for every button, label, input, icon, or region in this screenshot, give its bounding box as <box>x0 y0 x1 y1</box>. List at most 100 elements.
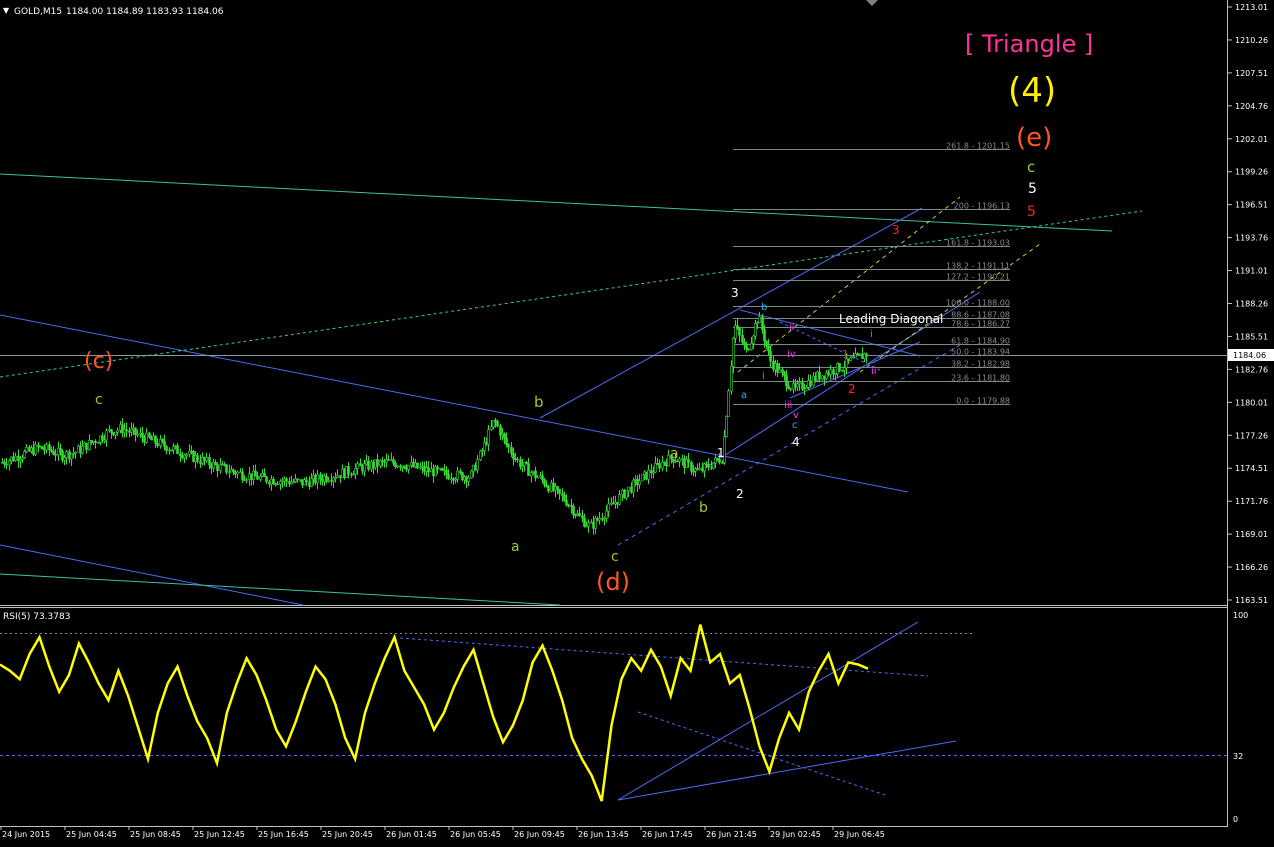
candle-body <box>801 382 804 390</box>
candle-body <box>403 465 406 469</box>
triangle-label: [ Triangle ] <box>965 30 1093 58</box>
candle-body <box>3 462 6 465</box>
candle-body <box>725 416 728 437</box>
candle-body <box>179 453 182 457</box>
time-tick-label: 25 Jun 20:45 <box>322 830 373 839</box>
rsi-label: RSI(5) 73.3783 <box>3 612 70 622</box>
candle-body <box>101 435 104 441</box>
wave-e-label: (e) <box>1016 123 1052 153</box>
candle-body <box>141 432 144 438</box>
candle-body <box>105 430 108 441</box>
candle-body <box>219 464 222 471</box>
wave-d-label: (d) <box>596 568 630 596</box>
fib-level-label: 161.8 - 1193.03 <box>946 239 1010 248</box>
candle-body <box>541 475 544 480</box>
candle-body <box>174 445 177 447</box>
candle-body <box>809 380 812 386</box>
candle-body <box>407 465 410 470</box>
candle-body <box>221 463 224 466</box>
price-tick-label: 1196.51 <box>1235 201 1268 210</box>
candle-body <box>363 463 366 472</box>
candle-body <box>572 506 575 516</box>
candle-body <box>114 431 117 436</box>
candle-body <box>487 429 490 445</box>
candle-body <box>447 474 450 480</box>
candle-body <box>110 429 113 433</box>
candle-body <box>583 517 586 527</box>
candle-body <box>730 366 733 392</box>
wave-a-mid-label: a <box>670 446 679 462</box>
candle-body <box>512 453 515 460</box>
fib-level-label: 38.2 - 1182.98 <box>951 360 1010 369</box>
candle-body <box>605 510 608 519</box>
candle-body <box>829 369 832 375</box>
candle-body <box>467 477 470 482</box>
candle-body <box>168 449 171 452</box>
candle-body <box>496 421 499 427</box>
time-tick-label: 25 Jun 08:45 <box>130 830 181 839</box>
chart-window[interactable]: ▼ GOLD,M15 1184.00 1184.89 1183.93 1184.… <box>0 0 1274 843</box>
candle-body <box>510 446 513 454</box>
time-tick-label: 26 Jun 09:45 <box>514 830 565 839</box>
wave-a-low-label: a <box>511 539 520 555</box>
candle-body <box>556 486 559 490</box>
candle-body <box>88 440 91 451</box>
candle-body <box>658 463 661 469</box>
candle-body <box>225 464 228 473</box>
candle-body <box>119 424 122 431</box>
red-1-label: 1 <box>842 348 849 361</box>
candle-body <box>470 470 473 479</box>
rsi-level-0-label: 0 <box>1233 815 1238 824</box>
symbol-menu-icon[interactable]: ▼ <box>3 6 10 15</box>
ohlc-label: 1184.00 1184.89 1183.93 1184.06 <box>66 7 224 17</box>
candle-body <box>161 439 164 442</box>
price-tick-label: 1180.01 <box>1235 398 1268 407</box>
candle-body <box>170 449 173 452</box>
price-tick-label: 1213.01 <box>1235 3 1268 12</box>
chart-canvas[interactable]: ▼ GOLD,M15 1184.00 1184.89 1183.93 1184.… <box>0 0 1274 843</box>
candle-body <box>769 350 772 362</box>
candle-body <box>172 446 175 451</box>
candle-body <box>565 500 568 506</box>
candle-body <box>143 436 146 443</box>
candle-body <box>41 446 44 450</box>
candle-body <box>94 441 97 444</box>
candle-body <box>254 470 257 477</box>
fib-level-label: 61.8 - 1184.90 <box>951 337 1010 346</box>
candle-body <box>436 466 439 470</box>
candle-body <box>25 446 28 452</box>
candle-body <box>256 475 259 480</box>
candle-body <box>534 470 537 478</box>
wave-1-label: 1 <box>717 446 725 460</box>
candle-body <box>745 344 748 350</box>
candle-body <box>752 335 755 344</box>
sub-iii-label: iii <box>784 400 792 411</box>
candle-body <box>152 435 155 441</box>
wave-2-label: 2 <box>736 487 744 501</box>
candle-body <box>843 367 846 371</box>
time-tick-label: 29 Jun 02:45 <box>770 830 821 839</box>
candle-body <box>618 494 621 505</box>
candle-body <box>647 469 650 480</box>
candle-body <box>392 459 395 464</box>
candle-body <box>134 427 137 435</box>
candle-body <box>12 456 15 461</box>
candle-body <box>63 457 66 461</box>
wave-b-top-label: b <box>534 393 544 411</box>
fib-level-label: 138.2 - 1191.11 <box>946 262 1010 271</box>
candle-body <box>849 357 852 361</box>
candle-body <box>445 469 448 475</box>
candle-body <box>97 442 100 444</box>
price-tick-label: 1185.51 <box>1235 332 1268 341</box>
candle-body <box>8 460 11 466</box>
chart-background <box>0 0 1274 843</box>
candle-body <box>765 340 768 347</box>
candle-body <box>785 375 788 387</box>
price-tick-label: 1207.51 <box>1235 69 1268 78</box>
candle-body <box>52 450 55 455</box>
price-tick-label: 1188.26 <box>1235 300 1268 309</box>
candle-body <box>632 480 635 493</box>
candle-body <box>112 432 115 436</box>
candle-body <box>427 467 430 473</box>
candle-body <box>259 476 262 480</box>
